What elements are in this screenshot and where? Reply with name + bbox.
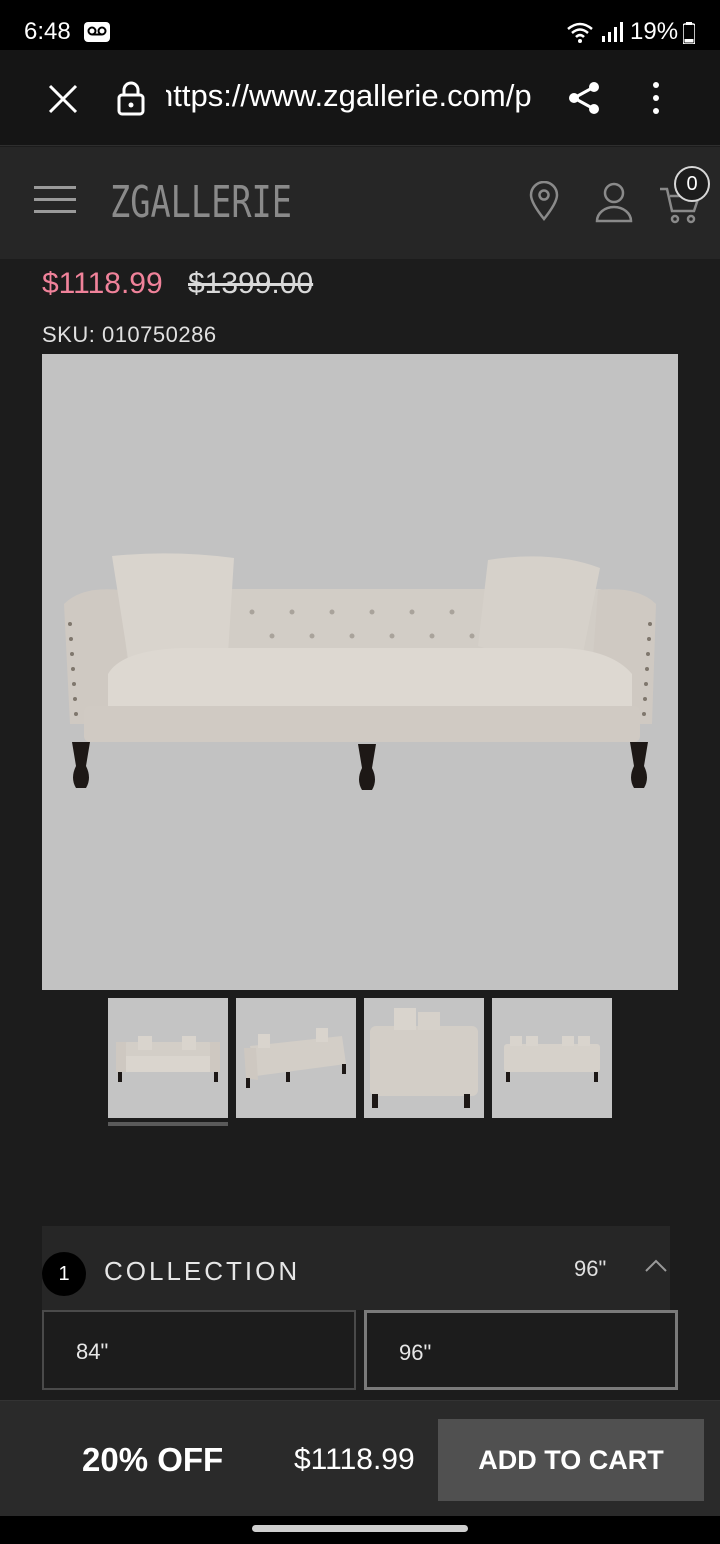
thumbnail-back[interactable] xyxy=(492,998,612,1118)
site-header: ZGALLERIE xyxy=(0,147,720,259)
thumbnail-front[interactable] xyxy=(108,998,228,1118)
collection-accordion-header[interactable]: 1 COLLECTION 96" xyxy=(42,1226,670,1310)
share-icon[interactable] xyxy=(566,80,602,116)
browser-toolbar: https://www.zgallerie.com/p xyxy=(0,50,720,146)
sale-price: $1118.99 xyxy=(42,267,163,300)
url-bar[interactable]: https://www.zgallerie.com/p xyxy=(166,78,536,114)
battery-icon xyxy=(682,22,696,45)
menu-icon[interactable] xyxy=(34,185,76,215)
collection-title: COLLECTION xyxy=(104,1256,301,1286)
cart-count-badge[interactable]: 0 xyxy=(674,166,710,202)
account-icon[interactable] xyxy=(594,181,634,223)
bar-price: $1118.99 xyxy=(294,1443,415,1476)
battery-percent: 19% xyxy=(630,18,679,45)
logo-text: ZGALLERIE xyxy=(110,177,292,227)
more-options-icon[interactable] xyxy=(646,80,666,116)
sticky-cart-bar: 20% OFF $1118.99 ADD TO CART xyxy=(0,1400,720,1516)
size-option-96[interactable]: 96" xyxy=(364,1310,678,1390)
location-pin-icon[interactable] xyxy=(528,180,560,222)
signal-icon xyxy=(600,20,624,44)
size-option-label: 84" xyxy=(76,1339,109,1364)
wifi-icon xyxy=(566,20,594,44)
original-price: $1399.00 xyxy=(188,267,314,300)
voicemail-icon xyxy=(84,22,110,42)
close-tab-icon[interactable] xyxy=(46,82,80,116)
product-main-image[interactable] xyxy=(42,354,678,990)
thumbnail-selected-indicator xyxy=(108,1122,228,1126)
sku-label: SKU: 010750286 xyxy=(42,322,217,347)
add-to-cart-button[interactable]: ADD TO CART xyxy=(438,1419,704,1501)
chevron-up-icon[interactable] xyxy=(644,1256,668,1276)
discount-label: 20% OFF xyxy=(82,1441,224,1478)
site-logo[interactable]: ZGALLERIE xyxy=(110,173,294,228)
home-gesture-handle[interactable] xyxy=(252,1525,468,1532)
size-option-label: 96" xyxy=(399,1340,432,1365)
thumbnail-angle[interactable] xyxy=(236,998,356,1118)
status-time: 6:48 xyxy=(24,18,71,45)
collection-selected-value: 96" xyxy=(574,1256,607,1281)
lock-icon[interactable] xyxy=(116,80,146,116)
status-bar: 6:48 19% xyxy=(0,0,720,50)
thumbnail-side[interactable] xyxy=(364,998,484,1118)
url-text: https://www.zgallerie.com/p xyxy=(166,78,532,113)
step-number: 1 xyxy=(42,1252,86,1296)
size-option-84[interactable]: 84" xyxy=(42,1310,356,1390)
